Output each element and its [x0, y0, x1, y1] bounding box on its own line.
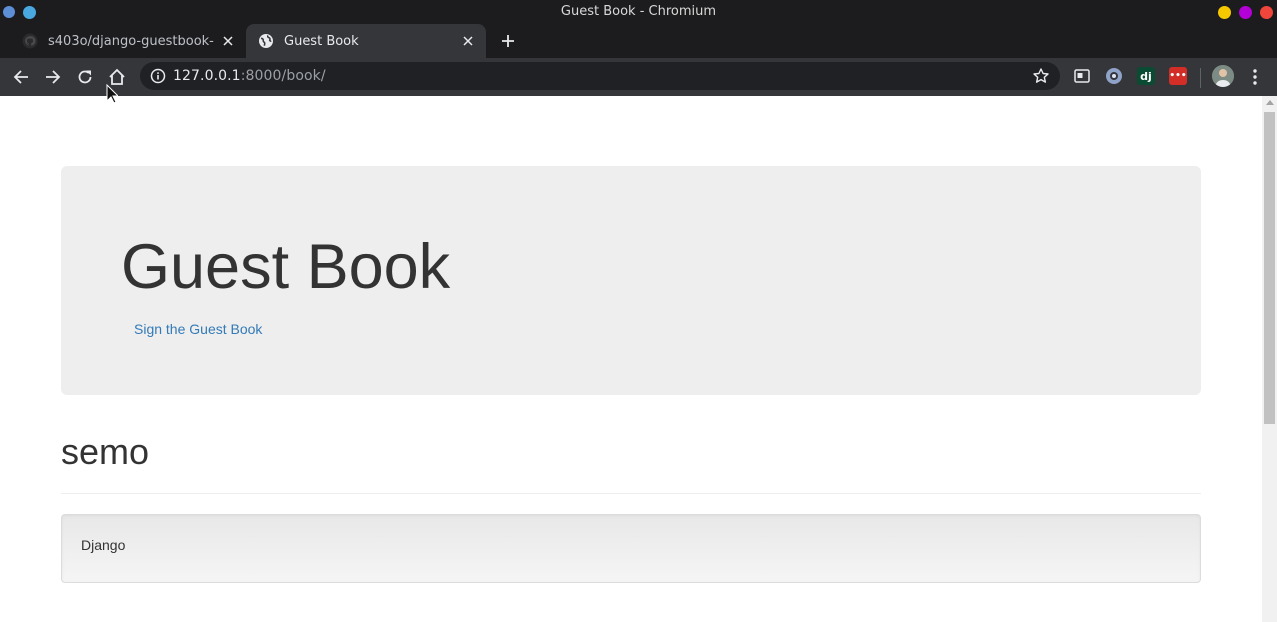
tab-guest-book[interactable]: Guest Book — [246, 24, 486, 58]
url-text[interactable]: 127.0.0.1:8000/book/ — [173, 68, 326, 84]
entry-author: semo — [61, 431, 150, 472]
reload-icon — [78, 70, 92, 84]
more-menu-icon[interactable] — [1246, 66, 1264, 88]
bookmark-star-icon[interactable] — [1032, 67, 1050, 85]
tab-label: Guest Book — [284, 33, 359, 49]
back-button[interactable] — [8, 64, 34, 90]
url-host: 127.0.0.1 — [173, 68, 241, 84]
forward-button[interactable] — [40, 64, 66, 90]
tab-label: s403o/django-guestbook-: A — [48, 33, 214, 49]
lastpass-extension-icon[interactable]: ••• — [1169, 67, 1187, 85]
tab-github[interactable]: s403o/django-guestbook-: A — [10, 24, 246, 58]
github-icon — [22, 33, 38, 49]
close-window-button[interactable] — [1260, 6, 1273, 19]
forward-arrow-icon — [46, 70, 61, 84]
entry-message-box: Django — [61, 514, 1201, 583]
page-viewport: Guest Book Sign the Guest Book semo Djan… — [0, 96, 1262, 622]
mouse-cursor-icon — [106, 84, 118, 104]
screen-extension-icon[interactable] — [1073, 67, 1091, 85]
browser-toolbar: 127.0.0.1:8000/book/ dj ••• — [0, 58, 1277, 96]
jumbotron: Guest Book Sign the Guest Book — [61, 166, 1201, 395]
window-controls — [1218, 6, 1273, 19]
scrollbar-thumb[interactable] — [1264, 112, 1275, 424]
page-title: Guest Book — [121, 232, 451, 302]
address-bar[interactable]: 127.0.0.1:8000/book/ — [140, 62, 1060, 90]
scroll-up-arrow-icon[interactable] — [1266, 100, 1274, 105]
back-arrow-icon — [13, 70, 28, 84]
maximize-button[interactable] — [1239, 6, 1252, 19]
profile-avatar[interactable] — [1212, 65, 1234, 87]
sign-guest-book-link[interactable]: Sign the Guest Book — [134, 321, 262, 337]
new-tab-button[interactable] — [496, 30, 520, 52]
page-scrollbar[interactable] — [1262, 96, 1277, 622]
toolbar-separator — [1200, 68, 1201, 88]
url-path: :8000/book/ — [240, 68, 326, 84]
window-titlebar: Guest Book - Chromium — [0, 0, 1277, 24]
divider — [61, 493, 1201, 494]
entry-message: Django — [81, 537, 126, 553]
minimize-button[interactable] — [1218, 6, 1231, 19]
django-extension-icon[interactable]: dj — [1137, 67, 1155, 85]
close-tab-icon[interactable] — [220, 33, 236, 49]
tor-extension-icon[interactable] — [1105, 67, 1123, 85]
site-info-icon[interactable] — [150, 68, 166, 84]
tab-strip: s403o/django-guestbook-: A Guest Book — [0, 24, 1277, 58]
window-title: Guest Book - Chromium — [560, 4, 717, 19]
close-tab-icon[interactable] — [460, 33, 476, 49]
reload-button[interactable] — [72, 64, 98, 90]
globe-icon — [258, 33, 274, 49]
